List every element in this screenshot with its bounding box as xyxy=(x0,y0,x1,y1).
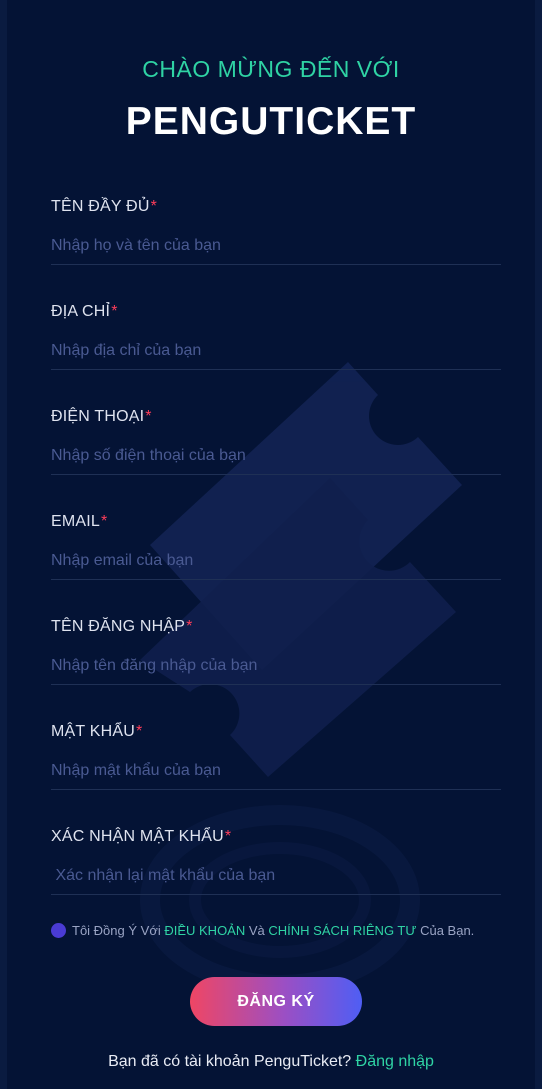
login-prompt: Bạn đã có tài khoản PenguTicket? Đăng nh… xyxy=(0,1053,542,1071)
terms-checkbox[interactable] xyxy=(51,923,66,938)
terms-middle: Và xyxy=(245,923,269,938)
required-mark: * xyxy=(135,723,143,740)
left-edge xyxy=(0,0,7,1089)
full-name-field: TÊN ĐẦY ĐỦ* xyxy=(51,197,501,265)
required-mark: * xyxy=(101,513,108,530)
full-name-label: TÊN ĐẦY ĐỦ* xyxy=(51,198,158,215)
confirm-password-input[interactable] xyxy=(51,861,501,895)
welcome-heading: CHÀO MỪNG ĐẾN VỚI xyxy=(142,56,400,82)
brand-title: PENGUTICKET xyxy=(125,100,417,143)
email-input[interactable] xyxy=(51,546,501,580)
required-mark: * xyxy=(150,198,158,215)
required-mark: * xyxy=(145,408,152,425)
required-mark: * xyxy=(186,618,193,635)
terms-agreement: Tôi Đồng Ý Với ĐIỀU KHOẢN Và CHÍNH SÁCH … xyxy=(51,921,521,941)
terms-suffix: Của Bạn. xyxy=(416,923,475,938)
email-label: EMAIL* xyxy=(51,513,108,530)
password-field: MẬT KHẨU* xyxy=(51,722,501,790)
phone-label: ĐIỆN THOẠI* xyxy=(51,408,152,425)
address-field: ĐỊA CHỈ* xyxy=(51,302,501,370)
username-field: TÊN ĐĂNG NHẬP* xyxy=(51,617,501,685)
register-page: CHÀO MỪNG ĐẾN VỚI PENGUTICKET TÊN ĐẦY ĐỦ… xyxy=(0,0,542,1089)
username-input[interactable] xyxy=(51,651,501,685)
confirm-password-field: XÁC NHẬN MẬT KHẨU* xyxy=(51,827,501,895)
password-label: MẬT KHẨU* xyxy=(51,723,143,740)
phone-input[interactable] xyxy=(51,441,501,475)
login-link[interactable]: Đăng nhập xyxy=(356,1053,434,1070)
terms-prefix: Tôi Đồng Ý Với xyxy=(72,923,165,938)
login-question: Bạn đã có tài khoản PenguTicket? xyxy=(108,1053,356,1070)
required-mark: * xyxy=(224,828,232,845)
address-label: ĐỊA CHỈ* xyxy=(51,303,118,320)
terms-link[interactable]: ĐIỀU KHOẢN xyxy=(164,923,245,938)
phone-field: ĐIỆN THOẠI* xyxy=(51,407,501,475)
address-input[interactable] xyxy=(51,336,501,370)
right-edge xyxy=(535,0,542,1089)
required-mark: * xyxy=(111,303,118,320)
username-label: TÊN ĐĂNG NHẬP* xyxy=(51,618,193,635)
full-name-input[interactable] xyxy=(51,231,501,265)
email-field: EMAIL* xyxy=(51,512,501,580)
confirm-password-label: XÁC NHẬN MẬT KHẨU* xyxy=(51,828,232,845)
password-input[interactable] xyxy=(51,756,501,790)
privacy-link[interactable]: CHÍNH SÁCH RIÊNG TƯ xyxy=(268,923,416,938)
register-button[interactable]: ĐĂNG KÝ xyxy=(190,977,362,1026)
